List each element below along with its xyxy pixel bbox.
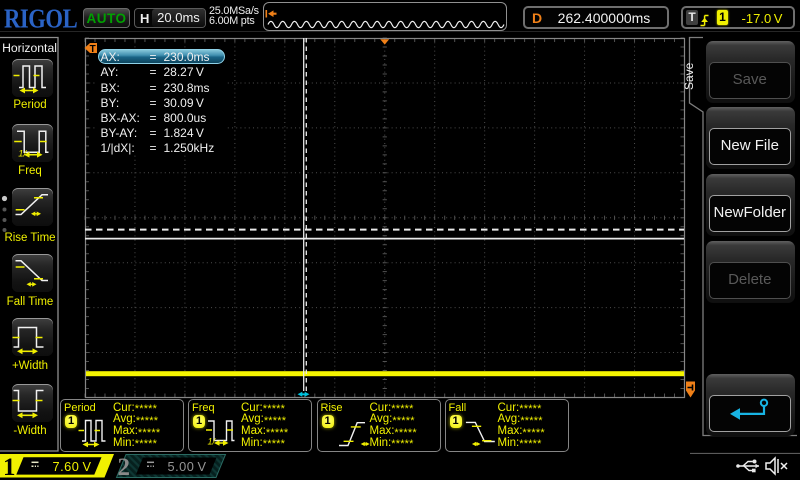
svg-text:T: T xyxy=(90,44,96,55)
svg-text:5.00 V: 5.00 V xyxy=(168,459,207,474)
svg-text:1/: 1/ xyxy=(208,437,217,447)
svg-text:2: 2 xyxy=(118,454,131,480)
svg-text:1: 1 xyxy=(3,454,16,480)
svg-text:7.60 V: 7.60 V xyxy=(53,459,92,474)
